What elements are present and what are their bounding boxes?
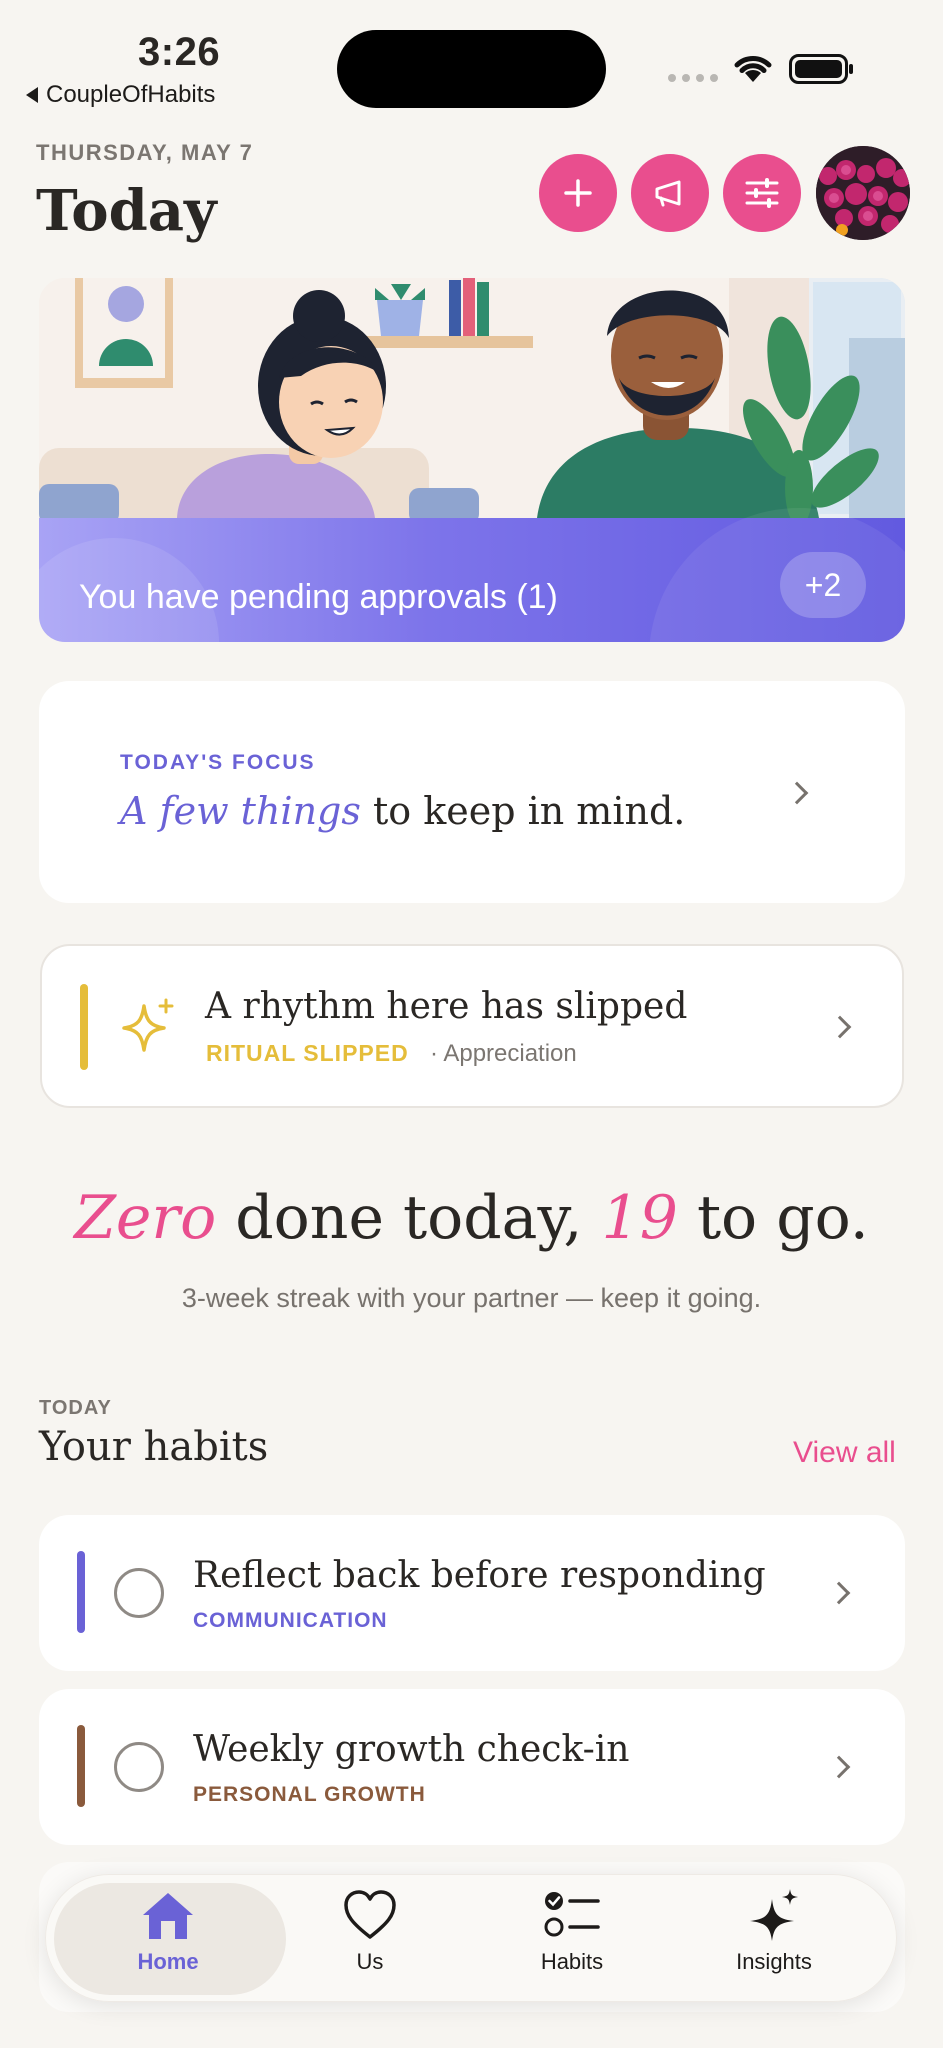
sliders-icon [745, 178, 779, 208]
tab-label: Habits [540, 1949, 604, 1974]
page-title: Today [36, 178, 217, 244]
focus-headline: A few things to keep in mind. [120, 789, 686, 833]
flowers-avatar-image [816, 146, 910, 240]
tab-us[interactable]: Us [280, 1889, 460, 1989]
todays-focus-card[interactable]: TODAY'S FOCUS A few things to keep in mi… [39, 681, 905, 903]
habit-row[interactable]: Weekly growth check-in PERSONAL GROWTH [39, 1689, 905, 1845]
announcements-button[interactable] [631, 154, 709, 232]
tab-home[interactable]: Home [78, 1889, 258, 1989]
ritual-accent-bar [80, 984, 88, 1070]
megaphone-icon [655, 180, 681, 207]
home-icon [143, 1893, 193, 1939]
habit-row[interactable]: Reflect back before responding COMMUNICA… [39, 1515, 905, 1671]
bottom-tab-bar: Home Us Habits Insights [45, 1874, 897, 2002]
sparkle-icon [122, 998, 174, 1052]
back-arrow-icon [26, 87, 38, 103]
habit-checkbox[interactable] [114, 1742, 164, 1792]
streak-message: 3-week streak with your partner — keep i… [181, 1283, 762, 1313]
back-app-label: CoupleOfHabits [46, 81, 216, 108]
dynamic-island [337, 30, 606, 108]
section-title: Your habits [39, 1424, 269, 1470]
ritual-title: A rhythm here has slipped [205, 986, 688, 1027]
habit-title: Weekly growth check-in [193, 1729, 630, 1770]
add-button[interactable] [539, 154, 617, 232]
heart-icon [344, 1890, 396, 1939]
section-eyebrow: TODAY [39, 1397, 112, 1419]
habit-category: PERSONAL GROWTH [193, 1783, 426, 1806]
view-all-link[interactable]: View all [793, 1436, 896, 1470]
ritual-tag: RITUAL SLIPPED [206, 1040, 409, 1066]
profile-avatar[interactable] [816, 146, 910, 240]
plus-icon [564, 179, 592, 207]
status-time: 3:26 [138, 30, 221, 74]
chevron-right-icon [827, 1755, 851, 1779]
pending-count-badge[interactable]: +2 [780, 552, 866, 618]
chevron-right-icon [785, 781, 809, 805]
habit-accent-bar [77, 1551, 85, 1633]
tab-insights[interactable]: Insights [684, 1889, 864, 1989]
habit-title: Reflect back before responding [193, 1555, 766, 1596]
tab-habits[interactable]: Habits [482, 1889, 662, 1989]
tab-label: Home [137, 1949, 199, 1974]
tab-label: Insights [736, 1949, 812, 1974]
wifi-icon [734, 56, 772, 82]
date-label: THURSDAY, MAY 7 [36, 140, 254, 165]
pending-approvals-text: You have pending approvals (1) [79, 578, 558, 616]
chevron-right-icon [828, 1015, 852, 1039]
cellular-signal-icon [668, 74, 718, 82]
pending-approvals-card[interactable]: You have pending approvals (1) +2 [39, 278, 905, 642]
chevron-right-icon [827, 1581, 851, 1605]
ritual-habit-name: · Appreciation [430, 1040, 577, 1067]
filters-button[interactable] [723, 154, 801, 232]
tab-label: Us [356, 1949, 384, 1974]
checklist-icon [544, 1892, 600, 1937]
ritual-slipped-card[interactable]: A rhythm here has slipped RITUAL SLIPPED… [40, 944, 904, 1108]
habit-category: COMMUNICATION [193, 1609, 388, 1632]
sparkle-icon [750, 1889, 798, 1941]
battery-icon [789, 54, 853, 84]
back-to-app-link[interactable]: CoupleOfHabits [26, 81, 215, 109]
daily-summary-headline: Zero done today, 19 to go. [74, 1183, 869, 1253]
habit-checkbox[interactable] [114, 1568, 164, 1618]
focus-eyebrow: TODAY'S FOCUS [120, 751, 316, 774]
habit-accent-bar [77, 1725, 85, 1807]
